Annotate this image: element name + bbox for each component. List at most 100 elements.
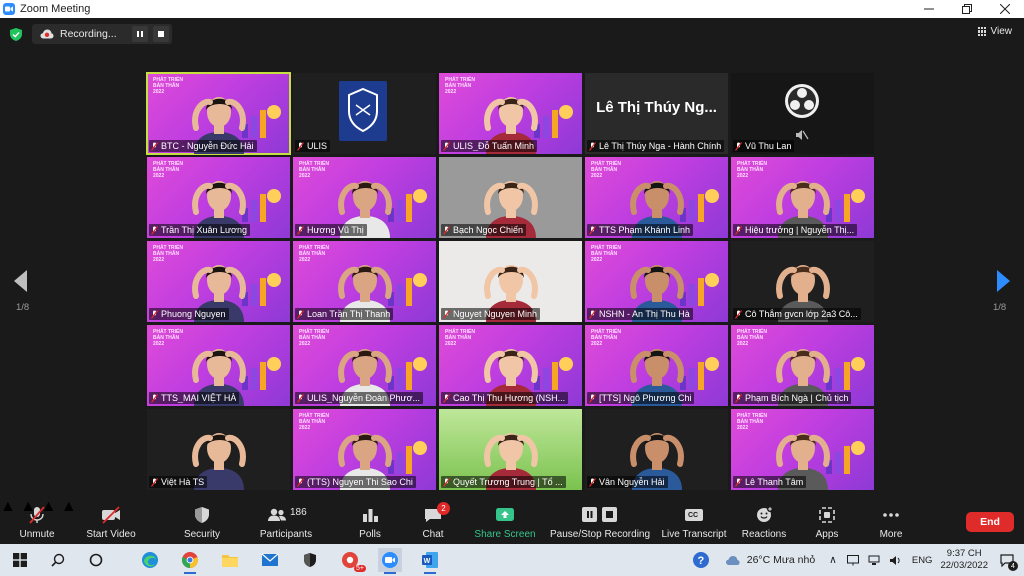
close-button[interactable] — [986, 0, 1024, 18]
participant-video-tile[interactable]: Lê Thị Thúy Ng... Lê Thị Thúy Nga - Hành … — [585, 73, 728, 154]
participant-video-tile[interactable]: PHÁT TRIỂN BẢN THÂN 2022 ULIS_Nguyễn Đoàn P… — [293, 325, 436, 406]
event-banner-text: PHÁT TRIỂN BẢN THÂN 2022 — [299, 413, 329, 431]
event-banner-text: PHÁT TRIỂN BẢN THÂN 2022 — [591, 329, 621, 347]
participant-video-tile[interactable]: Quyết Trương Trung | Tổ ... — [439, 409, 582, 490]
security-shield-icon — [191, 504, 213, 526]
participant-video-tile[interactable]: PHÁT TRIỂN BẢN THÂN 2022 (TTS) Nguyen Thi S… — [293, 409, 436, 490]
event-banner-text: PHÁT TRIỂN BẢN THÂN 2022 — [153, 161, 183, 179]
participant-video-tile[interactable]: PHÁT TRIỂN BẢN THÂN 2022 Hương Vũ Thị — [293, 157, 436, 238]
taskbar-word[interactable]: W — [418, 548, 442, 574]
participant-name-label: TTS_MAI VIỆT HÀ — [149, 392, 240, 404]
restore-button[interactable] — [948, 0, 986, 18]
participant-video-tile[interactable]: Việt Hà TS — [147, 409, 290, 490]
participant-video-tile[interactable]: PHÁT TRIỂN BẢN THÂN 2022 Cao Thị Thu Hương … — [439, 325, 582, 406]
participant-display-name-large: Lê Thị Thúy Ng... — [596, 99, 717, 116]
encryption-shield-icon[interactable] — [10, 28, 22, 41]
participants-button[interactable]: 186 Participants — [258, 498, 314, 544]
taskbar-mail[interactable] — [258, 548, 282, 572]
participant-video-tile[interactable]: PHÁT TRIỂN BẢN THÂN 2022 [TTS] Ngô Phương C… — [585, 325, 728, 406]
participant-video-tile[interactable]: ULIS — [293, 73, 436, 154]
grid-view-icon — [977, 27, 987, 36]
share-screen-button[interactable]: Share Screen — [474, 498, 536, 544]
participant-name: Hiệu trưởng | Nguyễn Thị... — [745, 225, 855, 235]
taskbar-search-button[interactable] — [46, 548, 70, 572]
weather-text[interactable]: 26°C Mưa nhỏ — [747, 554, 815, 566]
chat-label: Chat — [422, 529, 444, 540]
more-button[interactable]: More — [876, 498, 906, 544]
taskbar-chrome-profile[interactable]: 5+ — [338, 548, 366, 572]
taskbar-chrome[interactable] — [178, 548, 202, 574]
chat-bubble-icon: 2 — [422, 502, 450, 526]
participant-video-tile[interactable]: PHÁT TRIỂN BẢN THÂN 2022 BTC - Nguyễn Đức H… — [146, 72, 291, 155]
participant-video-tile[interactable]: Vân Nguyễn Hải — [585, 409, 728, 490]
input-language[interactable]: ENG — [912, 555, 933, 566]
participant-name: Loan Trần Thị Thanh — [307, 309, 391, 319]
tray-overflow-chevron-icon[interactable]: ∧ — [829, 554, 837, 566]
participant-name-label: Cao Thị Thu Hương (NSH... — [441, 392, 569, 404]
participant-name-label: Quyết Trương Trung | Tổ ... — [441, 476, 566, 488]
minimize-button[interactable] — [910, 0, 948, 18]
apps-button[interactable]: Apps — [812, 498, 842, 544]
windows-taskbar: 5+ W ? 26°C Mưa nhỏ ∧ ENG 9:37 CH 22/03/… — [0, 544, 1024, 576]
share-screen-arrow-icon — [494, 504, 516, 526]
participant-video-tile[interactable]: PHÁT TRIỂN BẢN THÂN 2022 Lê Thanh Tâm — [731, 409, 874, 490]
cortana-circle-icon — [89, 553, 103, 567]
participant-video-tile[interactable]: PHÁT TRIỂN BẢN THÂN 2022 ULIS_Đỗ Tuấn Minh — [439, 73, 582, 154]
participant-name-label: Việt Hà TS — [149, 476, 208, 488]
recording-indicator: Recording... — [32, 24, 172, 44]
taskbar-file-explorer[interactable] — [218, 548, 242, 572]
task-view-button[interactable] — [84, 548, 108, 572]
event-banner-text: PHÁT TRIỂN BẢN THÂN 2022 — [299, 245, 329, 263]
start-video-button[interactable]: Start Video — [82, 498, 140, 544]
participant-video-tile[interactable]: Vũ Thu Lan — [731, 73, 874, 154]
notification-center-button[interactable]: 4 — [996, 549, 1018, 571]
network-icon[interactable] — [868, 555, 880, 566]
volume-icon[interactable] — [889, 555, 902, 566]
previous-page-arrow-icon[interactable] — [14, 270, 28, 292]
participant-video-tile[interactable]: PHÁT TRIỂN BẢN THÂN 2022 TTS_MAI VIỆT HÀ — [147, 325, 290, 406]
page-indicator-left: 1/8 — [16, 302, 30, 313]
security-button[interactable]: Security — [180, 498, 224, 544]
participant-name-label: Lê Thị Thúy Nga - Hành Chính — [587, 140, 725, 152]
participant-name: ULIS — [307, 141, 328, 151]
taskbar-app-badge: 5+ — [354, 565, 366, 572]
taskbar-clock[interactable]: 9:37 CH 22/03/2022 — [940, 548, 988, 572]
ulis-logo-icon — [339, 81, 387, 141]
participant-video-tile[interactable]: PHÁT TRIỂN BẢN THÂN 2022 NSHN - An Thị Thu … — [585, 241, 728, 322]
muted-speaker-icon — [796, 130, 809, 140]
live-transcript-button[interactable]: CC Live Transcript — [660, 498, 728, 544]
participant-video-tile[interactable]: PHÁT TRIỂN BẢN THÂN 2022 Phuong Nguyen — [147, 241, 290, 322]
stop-recording-button[interactable] — [153, 26, 169, 42]
pause-recording-button[interactable] — [132, 26, 148, 42]
taskbar-edge[interactable] — [138, 548, 162, 572]
participant-video-tile[interactable]: PHÁT TRIỂN BẢN THÂN 2022 Trần Thị Xuân Lươn… — [147, 157, 290, 238]
participant-video-tile[interactable]: PHÁT TRIỂN BẢN THÂN 2022 Phạm Bích Ngà | Ch… — [731, 325, 874, 406]
tray-help-button[interactable]: ? — [689, 548, 713, 572]
muted-mic-icon — [589, 141, 596, 151]
display-icon[interactable] — [846, 554, 859, 566]
muted-mic-icon — [443, 477, 450, 487]
participant-video-tile[interactable]: Cô Thắm gvcn lớp 2a3 Cô... — [731, 241, 874, 322]
taskbar-zoom[interactable] — [378, 548, 402, 574]
unmute-button[interactable]: Unmute — [14, 498, 60, 544]
participant-video-tile[interactable]: PHÁT TRIỂN BẢN THÂN 2022 Hiệu trưởng | Nguy… — [731, 157, 874, 238]
participant-video-tile[interactable]: PHÁT TRIỂN BẢN THÂN 2022 Loan Trần Thị Than… — [293, 241, 436, 322]
participant-video-tile[interactable]: Nguyet Nguyen Minh — [439, 241, 582, 322]
participant-name-label: Hiệu trưởng | Nguyễn Thị... — [733, 224, 858, 236]
start-button[interactable] — [8, 548, 32, 572]
participant-video-tile[interactable]: PHÁT TRIỂN BẢN THÂN 2022 TTS Phạm Khánh Lin… — [585, 157, 728, 238]
taskbar-security-app[interactable] — [298, 548, 322, 572]
end-meeting-button[interactable]: End — [966, 512, 1014, 532]
polls-button[interactable]: Polls — [355, 498, 385, 544]
share-options-caret-icon[interactable]: ▲ — [61, 498, 77, 515]
pause-stop-recording-button[interactable]: Pause/Stop Recording — [550, 498, 650, 544]
next-page-arrow-icon[interactable] — [996, 270, 1010, 292]
muted-mic-icon — [589, 309, 596, 319]
more-dots-icon — [880, 504, 902, 526]
muted-mic-icon — [297, 477, 304, 487]
chat-button[interactable]: 2 Chat — [418, 498, 450, 544]
participant-video-tile[interactable]: Bạch Ngọc Chiến — [439, 157, 582, 238]
view-button[interactable]: View — [977, 26, 1012, 37]
participant-name-label: TTS Phạm Khánh Linh — [587, 224, 694, 236]
reactions-button[interactable]: Reactions — [740, 498, 788, 544]
